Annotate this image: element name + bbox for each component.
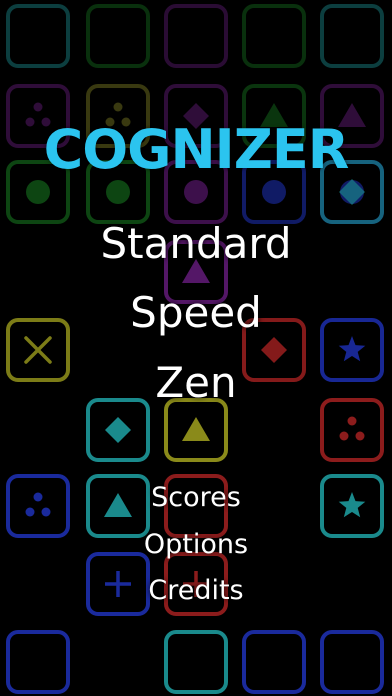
tile-green — [86, 4, 150, 68]
tile-blue — [6, 630, 70, 694]
three-dots-icon — [339, 416, 365, 441]
tile-cyan — [6, 4, 70, 68]
diamond-icon — [105, 417, 131, 443]
scores-button[interactable]: Scores — [0, 481, 392, 515]
tile-green — [242, 4, 306, 68]
tile-cyan — [320, 4, 384, 68]
standard-mode-button[interactable]: Standard — [0, 218, 392, 270]
tile-blue — [242, 630, 306, 694]
credits-button[interactable]: Credits — [0, 574, 392, 608]
speed-mode-button[interactable]: Speed — [0, 287, 392, 339]
tile-blue — [320, 630, 384, 694]
triangle-icon — [182, 417, 210, 441]
options-button[interactable]: Options — [0, 528, 392, 562]
zen-mode-button[interactable]: Zen — [0, 357, 392, 409]
tile-purple — [164, 4, 228, 68]
tile-cyan — [164, 630, 228, 694]
game-title: COGNIZER — [43, 118, 350, 181]
